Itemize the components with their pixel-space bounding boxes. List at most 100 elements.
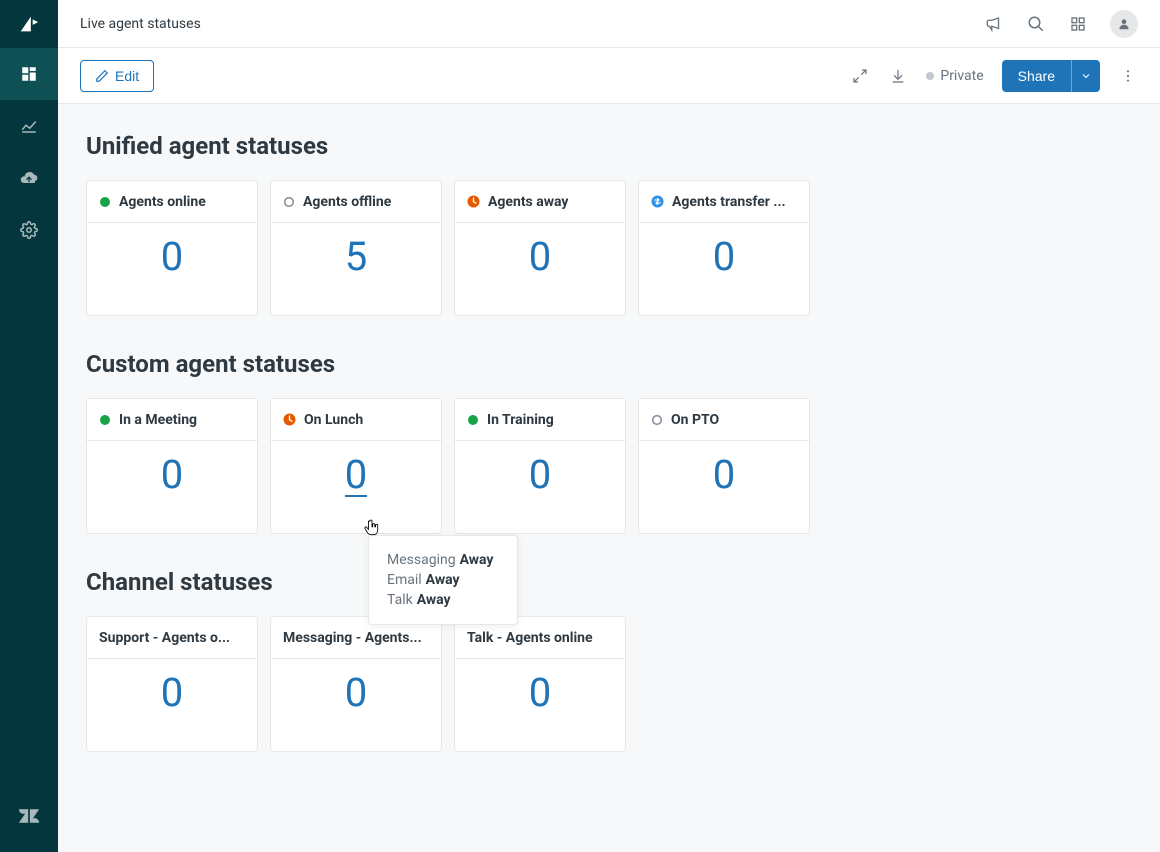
status-dot-icon <box>467 414 479 426</box>
card-label: On PTO <box>671 412 719 428</box>
tooltip-row: Email Away <box>387 570 499 590</box>
avatar[interactable] <box>1110 10 1138 38</box>
card-label: Agents transfer ... <box>672 194 786 210</box>
nav-analytics[interactable] <box>0 100 58 152</box>
card-body: 0 <box>639 223 809 315</box>
card-value[interactable]: 0 <box>529 237 551 277</box>
page-title: Live agent statuses <box>80 16 201 32</box>
status-tooltip: Messaging AwayEmail AwayTalk Away <box>368 535 518 625</box>
unified-cards-row: Agents online 0 Agents offline 5 Agents away… <box>86 180 1142 316</box>
download-icon[interactable] <box>888 66 908 86</box>
visibility-dot-icon <box>926 72 934 80</box>
card-header: In Training <box>455 399 625 441</box>
card-body: 5 <box>271 223 441 315</box>
card-value[interactable]: 0 <box>161 237 183 277</box>
metric-card[interactable]: Support - Agents o... 0 <box>86 616 258 752</box>
status-dot-icon <box>651 414 663 426</box>
card-value[interactable]: 0 <box>529 455 551 495</box>
pencil-icon <box>95 69 109 83</box>
card-body: 0 <box>455 441 625 533</box>
card-value[interactable]: 0 <box>345 673 367 713</box>
card-value[interactable]: 0 <box>713 237 735 277</box>
metric-card[interactable]: Talk - Agents online 0 <box>454 616 626 752</box>
channel-cards-row: Support - Agents o...0Messaging - Agents… <box>86 616 1142 752</box>
status-dot-icon <box>283 413 296 426</box>
card-header: Agents offline <box>271 181 441 223</box>
card-header: Support - Agents o... <box>87 617 257 659</box>
metric-card[interactable]: On Lunch 0 <box>270 398 442 534</box>
card-value[interactable]: 0 <box>345 455 367 497</box>
card-header: Agents away <box>455 181 625 223</box>
metric-card[interactable]: Agents transfer ... 0 <box>638 180 810 316</box>
visibility-label: Private <box>926 68 983 84</box>
status-dot-icon <box>467 195 480 208</box>
card-header: In a Meeting <box>87 399 257 441</box>
card-label: Talk - Agents online <box>467 630 593 646</box>
card-value[interactable]: 0 <box>161 673 183 713</box>
custom-cards-row: In a Meeting0On Lunch0In Training0On PTO… <box>86 398 1142 534</box>
card-body: 0 <box>271 659 441 751</box>
metric-card[interactable]: On PTO 0 <box>638 398 810 534</box>
status-dot-icon <box>651 195 664 208</box>
zendesk-logo-icon[interactable] <box>0 790 58 842</box>
card-header: Agents transfer ... <box>639 181 809 223</box>
logo[interactable] <box>0 0 58 48</box>
tooltip-row: Messaging Away <box>387 550 499 570</box>
metric-card[interactable]: In Training 0 <box>454 398 626 534</box>
card-header: On PTO <box>639 399 809 441</box>
search-icon[interactable] <box>1026 14 1046 34</box>
metric-card[interactable]: In a Meeting 0 <box>86 398 258 534</box>
apps-grid-icon[interactable] <box>1068 14 1088 34</box>
nav-cloud[interactable] <box>0 152 58 204</box>
toolbar: Edit Private Share <box>58 48 1160 104</box>
card-body: 0 <box>455 223 625 315</box>
tooltip-channel: Messaging <box>387 552 456 568</box>
tooltip-row: Talk Away <box>387 590 499 610</box>
card-value[interactable]: 0 <box>713 455 735 495</box>
metric-card[interactable]: Messaging - Agents... 0 <box>270 616 442 752</box>
more-actions-button[interactable] <box>1118 68 1138 84</box>
toolbar-right: Private Share <box>850 60 1138 92</box>
left-sidebar <box>0 0 58 852</box>
topbar-actions <box>984 10 1138 38</box>
section-title-custom: Custom agent statuses <box>86 350 1142 378</box>
status-dot-icon <box>283 196 295 208</box>
card-body: 0 <box>87 441 257 533</box>
status-dot-icon <box>99 414 111 426</box>
card-header: Agents online <box>87 181 257 223</box>
nav-settings[interactable] <box>0 204 58 256</box>
card-label: Agents offline <box>303 194 391 210</box>
topbar: Live agent statuses <box>58 0 1160 48</box>
tooltip-status: Away <box>426 572 460 588</box>
card-body: 0 <box>87 223 257 315</box>
card-value[interactable]: 0 <box>161 455 183 495</box>
card-header: On Lunch <box>271 399 441 441</box>
card-body: 0 <box>87 659 257 751</box>
metric-card[interactable]: Agents away 0 <box>454 180 626 316</box>
card-label: Messaging - Agents... <box>283 630 422 646</box>
card-value[interactable]: 5 <box>345 237 367 277</box>
card-value[interactable]: 0 <box>529 673 551 713</box>
card-body: 0 <box>271 441 441 533</box>
kebab-icon <box>1120 68 1136 84</box>
edit-button-label: Edit <box>115 68 139 84</box>
metric-card[interactable]: Agents online 0 <box>86 180 258 316</box>
card-label: In Training <box>487 412 554 428</box>
card-label: Support - Agents o... <box>99 630 230 646</box>
nav-dashboard[interactable] <box>0 48 58 100</box>
card-body: 0 <box>639 441 809 533</box>
section-title-unified: Unified agent statuses <box>86 132 1142 160</box>
edit-button[interactable]: Edit <box>80 60 154 92</box>
card-body: 0 <box>455 659 625 751</box>
tooltip-channel: Email <box>387 572 422 588</box>
megaphone-icon[interactable] <box>984 14 1004 34</box>
share-button[interactable]: Share <box>1002 60 1071 92</box>
status-dot-icon <box>99 196 111 208</box>
share-dropdown-button[interactable] <box>1071 60 1100 92</box>
share-button-group: Share <box>1002 60 1100 92</box>
expand-icon[interactable] <box>850 66 870 86</box>
visibility-text: Private <box>940 68 983 84</box>
tooltip-channel: Talk <box>387 592 413 608</box>
metric-card[interactable]: Agents offline 5 <box>270 180 442 316</box>
tooltip-status: Away <box>417 592 451 608</box>
